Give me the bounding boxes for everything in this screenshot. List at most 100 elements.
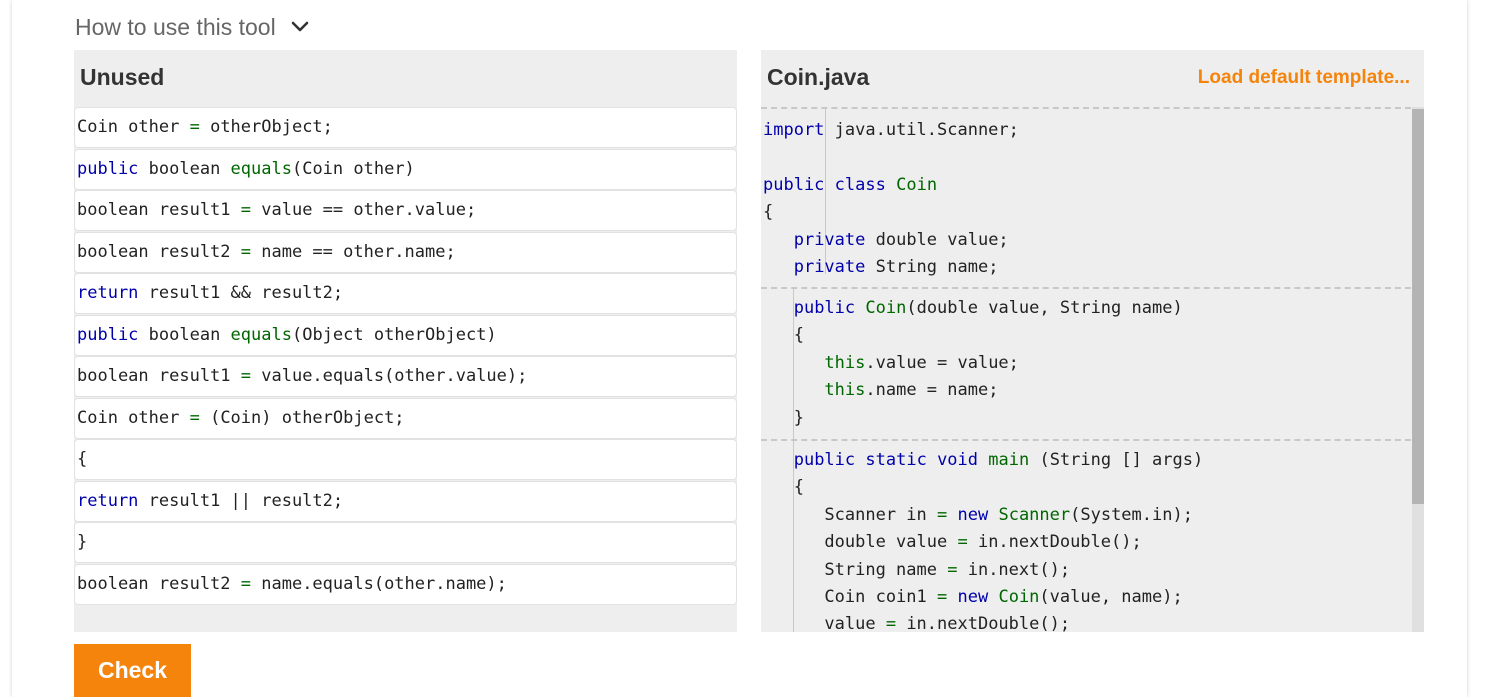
code-token: public (793, 298, 856, 318)
code-token: = (957, 532, 968, 553)
code-token: (Object otherObject) (291, 324, 497, 345)
code-token: = (240, 573, 252, 594)
code-token: { (763, 202, 774, 223)
code-token: boolean result1 (77, 366, 241, 386)
code-token: in.next(); (957, 559, 1071, 580)
code-token: java.util.Scanner; (824, 120, 1019, 140)
code-token: main (988, 450, 1030, 470)
block-separator (761, 439, 1411, 441)
code-token: Coin other (77, 407, 190, 428)
code-token: otherObject; (199, 117, 333, 137)
code-token: value (763, 614, 886, 632)
code-token: name == other.name; (251, 241, 456, 262)
code-token: return (77, 490, 139, 511)
code-token: (double value, String name) (906, 298, 1183, 318)
code-token: boolean (138, 324, 231, 345)
code-token: new (957, 586, 989, 607)
code-line: this.value = value; (763, 350, 1408, 377)
code-token: void (937, 450, 979, 470)
code-token: (Coin) otherObject; (199, 407, 405, 428)
code-line: } (763, 405, 1408, 432)
code-token: { (77, 449, 88, 469)
code-token: in.nextDouble(); (967, 532, 1142, 553)
code-tile[interactable]: Coin other = (Coin) otherObject; (74, 397, 737, 439)
code-token: double value; (865, 229, 1009, 250)
code-token: Coin (865, 298, 907, 318)
code-token: = (947, 559, 958, 580)
scrollbar-thumb[interactable] (1412, 109, 1424, 504)
code-token: boolean result2 (77, 573, 241, 594)
code-tile[interactable]: public boolean equals(Object otherObject… (74, 314, 737, 356)
code-line: { (763, 199, 1408, 226)
code-line: public static void main (String [] args) (763, 447, 1408, 474)
code-tile[interactable]: public boolean equals(Coin other) (74, 148, 737, 190)
code-tile[interactable]: } (74, 522, 737, 563)
code-token: public (77, 324, 139, 345)
code-token: equals (230, 158, 292, 179)
code-block[interactable]: public static void main (String [] args)… (763, 447, 1408, 632)
code-token: equals (230, 324, 292, 345)
code-token: import (763, 120, 825, 140)
unused-panel-title: Unused (80, 64, 165, 90)
code-tile[interactable]: return result1 || result2; (74, 480, 737, 522)
editor-scrollbar[interactable] (1412, 107, 1424, 632)
code-token: (System.in); (1070, 504, 1193, 525)
code-token: = (885, 614, 897, 632)
code-line: { (763, 474, 1408, 501)
code-token: = (240, 241, 252, 262)
code-line: double value = in.nextDouble(); (763, 529, 1408, 556)
check-button[interactable]: Check (74, 644, 191, 697)
code-token: result1 && result2; (138, 283, 344, 303)
code-line: public class Coin (763, 172, 1408, 199)
code-token: static (865, 450, 927, 470)
code-token: boolean result1 (77, 200, 241, 220)
code-token: = (937, 504, 948, 525)
code-tile[interactable]: boolean result2 = name.equals(other.name… (74, 563, 737, 605)
code-tile[interactable]: Coin other = otherObject; (74, 107, 737, 148)
code-tile[interactable]: boolean result2 = name == other.name; (74, 231, 737, 273)
code-line: private double value; (763, 227, 1408, 254)
code-token: = (189, 117, 200, 137)
code-editor-area[interactable]: import java.util.Scanner; public class Co… (761, 107, 1411, 632)
code-token: boolean (138, 158, 231, 179)
block-separator (761, 287, 1411, 289)
code-line: Scanner in = new Scanner(System.in); (763, 502, 1408, 529)
code-tile[interactable]: return result1 && result2; (74, 273, 737, 314)
code-tile[interactable]: boolean result1 = value == other.value; (74, 190, 737, 231)
code-token: private (793, 256, 866, 277)
how-to-use-label: How to use this tool (75, 13, 276, 40)
code-block[interactable]: public Coin(double value, String name) {… (763, 295, 1408, 432)
code-tile[interactable]: boolean result1 = value.equals(other.val… (74, 356, 737, 397)
code-token: this (824, 352, 866, 373)
code-token: = (240, 200, 252, 220)
code-token: .name = name; (865, 380, 999, 401)
code-token: this (824, 380, 866, 401)
code-token: } (763, 407, 804, 428)
chevron-down-icon (291, 21, 309, 32)
unused-tile-list: Coin other = otherObject; public boolean … (74, 107, 737, 605)
code-token: name.equals(other.name); (251, 573, 507, 594)
code-line: Coin coin1 = new Coin(value, name); (763, 584, 1408, 611)
code-block[interactable]: import java.util.Scanner; public class Co… (763, 117, 1408, 281)
load-default-template-link[interactable]: Load default template... (1198, 67, 1410, 89)
code-token: String name (763, 559, 948, 580)
code-token: .value = value; (865, 352, 1019, 373)
code-line: value = in.nextDouble(); (763, 611, 1408, 632)
code-token: (Coin other) (291, 158, 415, 179)
code-line: import java.util.Scanner; (763, 117, 1408, 144)
editor-panel-title: Coin.java (767, 64, 870, 90)
code-token: result1 || result2; (138, 490, 344, 511)
code-token: public (77, 158, 139, 179)
code-token: private (793, 229, 866, 250)
code-tile[interactable]: { (74, 439, 737, 480)
how-to-use-toggle[interactable]: How to use this tool (75, 12, 310, 42)
code-token: { (763, 325, 804, 346)
